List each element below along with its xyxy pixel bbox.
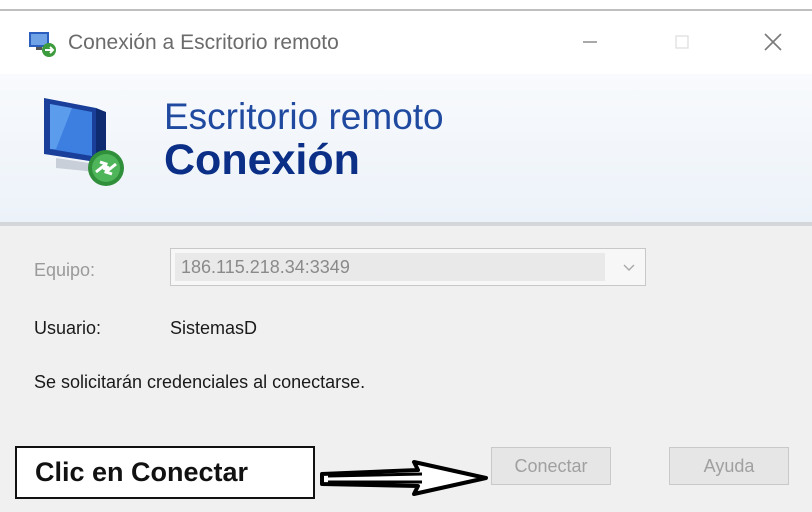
minimize-icon — [583, 41, 597, 43]
annotation-arrow-icon — [320, 460, 488, 496]
user-value: SistemasD — [170, 318, 258, 338]
maximize-icon — [675, 35, 689, 49]
computer-value: 186.115.218.34:3349 — [181, 257, 350, 277]
maximize-button[interactable] — [657, 22, 707, 62]
background-line — [0, 9, 812, 11]
window-title: Conexión a Escritorio remoto — [68, 31, 339, 54]
banner-separator — [0, 222, 812, 226]
rdp-window: Conexión a Escritorio remoto Escritorio … — [0, 12, 812, 512]
banner-subtitle: Conexión — [164, 136, 360, 184]
title-bar[interactable]: Conexión a Escritorio remoto — [0, 12, 812, 74]
chevron-down-icon[interactable] — [621, 259, 637, 275]
annotation-callout: Clic en Conectar — [15, 446, 315, 499]
remote-desktop-icon — [29, 32, 56, 57]
header-banner: Escritorio remoto Conexión — [0, 74, 812, 224]
close-icon — [764, 33, 782, 51]
user-label: Usuario: — [34, 318, 102, 338]
remote-desktop-monitor-icon — [44, 98, 124, 186]
credentials-note: Se solicitarán credenciales al conectars… — [34, 372, 366, 392]
help-button[interactable]: Ayuda — [669, 447, 789, 485]
banner-title: Escritorio remoto — [164, 96, 444, 137]
close-button[interactable] — [748, 22, 798, 62]
connect-button[interactable]: Conectar — [491, 447, 611, 485]
background-strip — [0, 0, 812, 12]
computer-combobox[interactable]: 186.115.218.34:3349 — [170, 248, 646, 286]
computer-label: Equipo: — [34, 260, 96, 280]
minimize-button[interactable] — [565, 22, 615, 62]
